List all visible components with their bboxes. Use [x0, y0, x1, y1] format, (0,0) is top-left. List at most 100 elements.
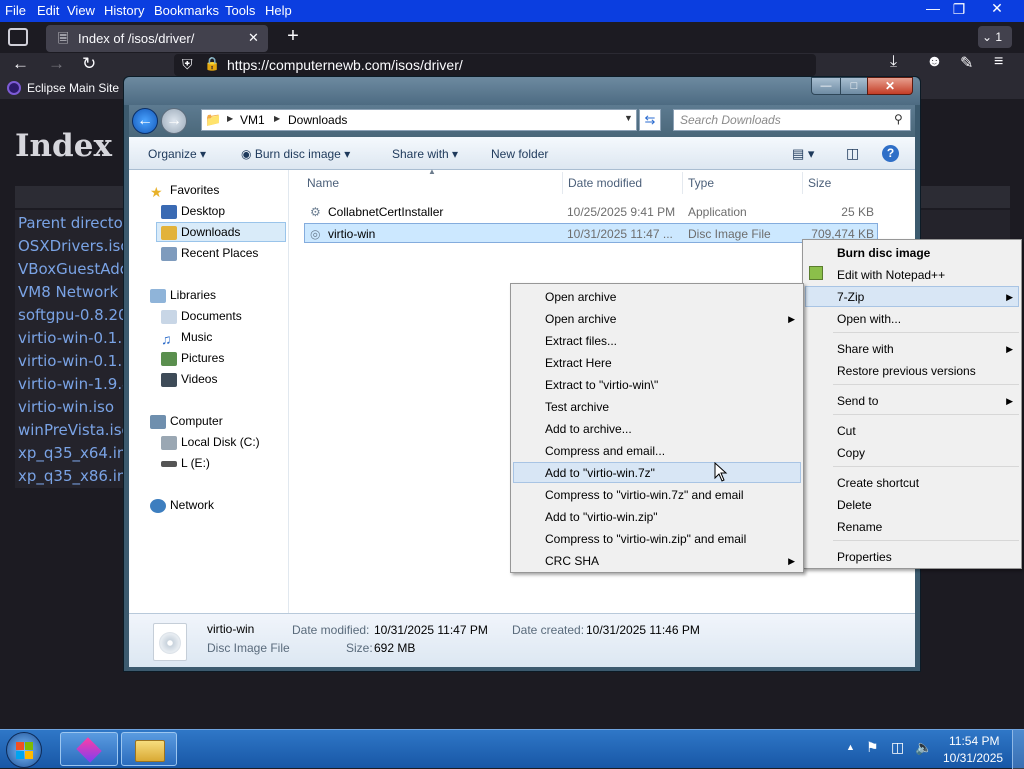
file-row[interactable]: ⚙ CollabnetCertInstaller 10/25/2025 9:41… [304, 202, 878, 222]
nav-videos[interactable]: Videos [161, 372, 217, 387]
zip-extract-here[interactable]: Extract Here [545, 356, 612, 370]
chevron-down-icon[interactable]: ▼ [624, 113, 633, 123]
column-date-modified[interactable]: Date modified [568, 176, 642, 190]
preview-pane-icon[interactable]: ◫ [846, 145, 859, 162]
dir-link[interactable]: softgpu-0.8.20. [18, 306, 132, 324]
menu-help[interactable]: Help [265, 3, 292, 18]
hamburger-menu-icon[interactable]: ≡ [994, 53, 1003, 71]
menu-open-with[interactable]: Open with... [837, 312, 901, 326]
dir-link[interactable]: OSXDrivers.iso [18, 237, 130, 255]
zip-open-archive-submenu[interactable]: Open archive [545, 312, 616, 326]
lock-icon[interactable]: 🔒 [204, 56, 220, 72]
dir-link[interactable]: xp_q35_x64.im [18, 444, 132, 462]
action-center-icon[interactable]: ⚑ [866, 739, 879, 756]
file-row-selected[interactable]: ◎ virtio-win 10/31/2025 11:47 ... Disc I… [304, 223, 878, 243]
dir-link[interactable]: xp_q35_x86.im [18, 467, 132, 485]
nav-computer[interactable]: Computer [150, 414, 223, 429]
column-name[interactable]: Name [307, 176, 339, 190]
menu-edit[interactable]: Edit [37, 3, 59, 18]
downloads-icon[interactable]: ⤓ [890, 53, 897, 71]
url-bar[interactable]: ⛨ 🔒 https://computernewb.com/isos/driver… [174, 54, 816, 76]
close-tab-icon[interactable]: ✕ [248, 30, 259, 46]
menu-view[interactable]: View [67, 3, 95, 18]
nav-l-drive[interactable]: L (E:) [161, 456, 210, 470]
nav-local-disk[interactable]: Local Disk (C:) [161, 435, 260, 450]
breadcrumb-downloads[interactable]: Downloads [288, 113, 347, 127]
firefox-view-icon[interactable] [8, 28, 28, 46]
account-icon[interactable]: ☻ [926, 53, 943, 71]
clock-time[interactable]: 11:54 PM [949, 734, 999, 748]
new-tab-icon[interactable]: + [282, 25, 304, 47]
share-with-button[interactable]: Share with ▾ [392, 147, 458, 161]
bookmark-eclipse[interactable]: Eclipse Main Site [27, 81, 119, 95]
tab-list-button[interactable]: ⌄ 1 [978, 26, 1012, 48]
nav-recent-places[interactable]: Recent Places [161, 246, 258, 261]
zip-add-to-archive[interactable]: Add to archive... [545, 422, 632, 436]
menu-edit-with-notepad[interactable]: Edit with Notepad++ [837, 268, 945, 282]
show-desktop-button[interactable] [1012, 730, 1024, 769]
zip-crc-sha[interactable]: CRC SHA [545, 554, 599, 568]
dir-link[interactable]: Parent director [18, 214, 129, 232]
nav-pictures[interactable]: Pictures [161, 351, 224, 366]
zip-compress-7z-email[interactable]: Compress to "virtio-win.7z" and email [545, 488, 744, 502]
menu-restore-previous-versions[interactable]: Restore previous versions [837, 364, 976, 378]
dir-link[interactable]: virtio-win-0.1.2 [18, 352, 132, 370]
search-icon[interactable]: ⚲ [894, 112, 903, 126]
explorer-minimize-icon[interactable]: — [811, 77, 841, 95]
zip-open-archive[interactable]: Open archive [545, 290, 616, 304]
restore-icon[interactable]: ❐ [944, 1, 974, 18]
dir-link[interactable]: VM8 Network I [18, 283, 127, 301]
start-button[interactable] [6, 732, 42, 768]
help-icon[interactable]: ? [882, 145, 899, 162]
column-type[interactable]: Type [688, 176, 714, 190]
close-window-icon[interactable]: ✕ [982, 0, 1012, 17]
menu-cut[interactable]: Cut [837, 424, 856, 438]
organize-button[interactable]: Organize ▾ [148, 147, 206, 161]
dir-link[interactable]: winPreVista.iso [18, 421, 131, 439]
forward-icon[interactable]: → [48, 54, 65, 74]
menu-7zip[interactable]: 7-Zip [837, 290, 864, 304]
zip-extract-to[interactable]: Extract to "virtio-win\" [545, 378, 658, 392]
dir-link[interactable]: virtio-win-0.1.2 [18, 329, 132, 347]
taskbar-explorer-button[interactable] [121, 732, 177, 766]
menu-rename[interactable]: Rename [837, 520, 882, 534]
zip-compress-and-email[interactable]: Compress and email... [545, 444, 665, 458]
clock-date[interactable]: 10/31/2025 [943, 751, 1003, 765]
menu-tools[interactable]: Tools [225, 3, 255, 18]
zip-extract-files[interactable]: Extract files... [545, 334, 617, 348]
search-input[interactable]: Search Downloads ⚲ [673, 109, 911, 131]
network-tray-icon[interactable]: ◫ [891, 739, 904, 756]
menu-copy[interactable]: Copy [837, 446, 865, 460]
nav-music[interactable]: ♫ Music [161, 330, 212, 347]
nav-downloads[interactable]: Downloads [161, 225, 240, 240]
nav-desktop[interactable]: Desktop [161, 204, 225, 219]
burn-disc-button[interactable]: ◉ Burn disc image ▾ [241, 147, 350, 161]
nav-favorites[interactable]: ★ Favorites [150, 183, 219, 200]
menu-file[interactable]: File [5, 3, 26, 18]
back-arrow-icon[interactable]: ← [132, 108, 158, 134]
zip-test-archive[interactable]: Test archive [545, 400, 609, 414]
menu-burn-disc-image[interactable]: Burn disc image [837, 246, 930, 260]
zip-compress-zip-email[interactable]: Compress to "virtio-win.zip" and email [545, 532, 746, 546]
dir-link[interactable]: virtio-win.iso [18, 398, 114, 416]
extensions-icon[interactable]: ✎ [960, 53, 973, 73]
reload-icon[interactable]: ↻ [82, 54, 96, 74]
menu-delete[interactable]: Delete [837, 498, 872, 512]
zip-add-to-zip[interactable]: Add to "virtio-win.zip" [545, 510, 658, 524]
menu-history[interactable]: History [104, 3, 144, 18]
tray-expand-icon[interactable]: ▲ [846, 742, 855, 752]
nav-documents[interactable]: Documents [161, 309, 242, 324]
menu-share-with[interactable]: Share with [837, 342, 894, 356]
nav-network[interactable]: Network [150, 498, 214, 513]
menu-create-shortcut[interactable]: Create shortcut [837, 476, 919, 490]
breadcrumb-vm1[interactable]: VM1 [240, 113, 265, 127]
shield-icon[interactable]: ⛨ [182, 56, 193, 73]
view-options-icon[interactable]: ▤ ▾ [792, 146, 814, 162]
menu-bookmarks[interactable]: Bookmarks [154, 3, 219, 18]
column-size[interactable]: Size [808, 176, 831, 190]
menu-send-to[interactable]: Send to [837, 394, 878, 408]
nav-libraries[interactable]: Libraries [150, 288, 216, 303]
tab-index-isos-driver[interactable]: 🗏 Index of /isos/driver/ ✕ [46, 25, 268, 52]
dir-link[interactable]: virtio-win-1.9.4 [18, 375, 132, 393]
taskbar-firefox-button[interactable] [60, 732, 118, 766]
